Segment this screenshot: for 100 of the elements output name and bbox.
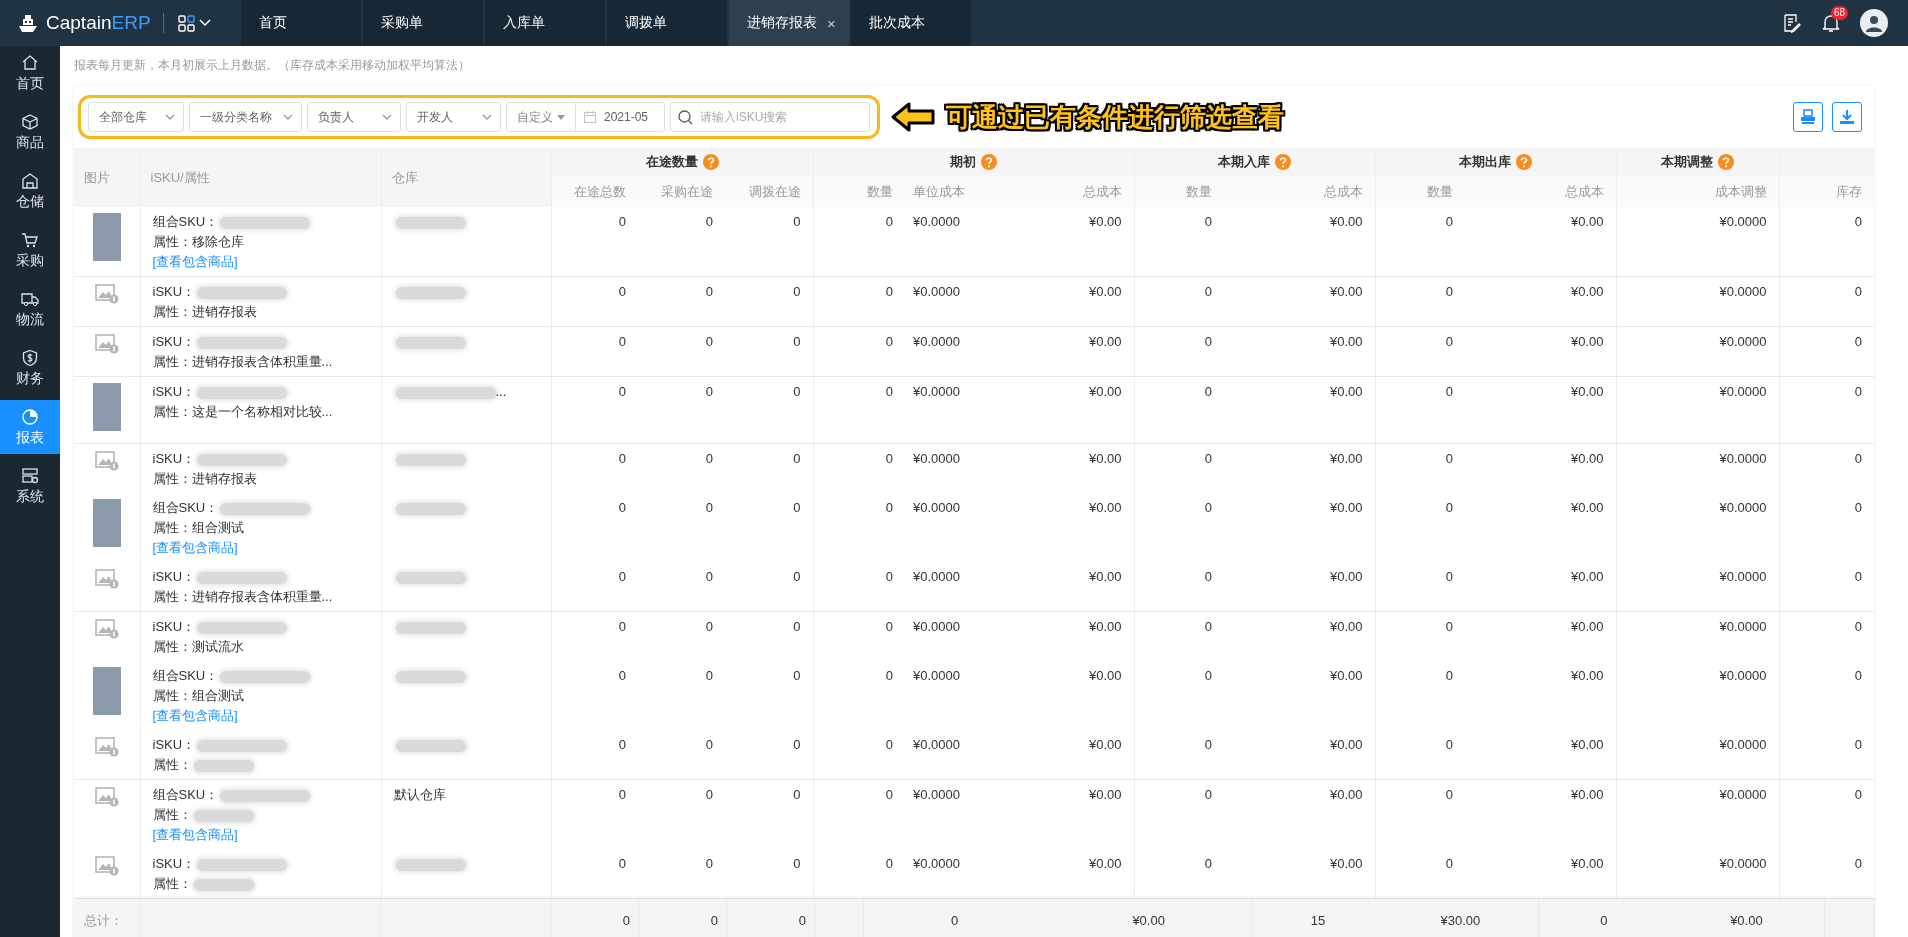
print-button[interactable] bbox=[1793, 102, 1823, 132]
table-cell: 0 bbox=[551, 779, 638, 849]
table-cell: 0 bbox=[638, 376, 725, 444]
attribute-label: 属性： bbox=[152, 807, 192, 822]
sku-label: 组合SKU： bbox=[152, 668, 219, 683]
attribute-label: 属性： bbox=[152, 757, 192, 772]
download-button[interactable] bbox=[1832, 102, 1862, 132]
table-cell: ¥0.00 bbox=[1224, 443, 1375, 493]
table-cell: 0 bbox=[551, 276, 638, 327]
table-cell: 0 bbox=[551, 730, 638, 780]
table-cell: ¥0.00 bbox=[1224, 849, 1375, 899]
tab[interactable]: 批次成本 bbox=[851, 0, 971, 46]
sidebar-item[interactable]: 系统 bbox=[0, 459, 60, 513]
table-cell: 0 bbox=[638, 562, 725, 612]
column-header: 单位成本 bbox=[913, 183, 965, 199]
table-cell: ¥0.00 bbox=[1224, 326, 1375, 377]
sidebar-item[interactable]: 财务 bbox=[0, 341, 60, 395]
table-cell: 0 bbox=[638, 326, 725, 377]
table-cell: ¥0.00 bbox=[1005, 611, 1134, 661]
sku-label: iSKU： bbox=[152, 737, 196, 752]
table-cell: 0 bbox=[638, 611, 725, 661]
tab[interactable]: 进销存报表 × bbox=[729, 0, 849, 46]
attribute-label: 属性： bbox=[152, 354, 192, 369]
table-cell: ¥0.0000 bbox=[1616, 730, 1779, 780]
table-cell: 0 bbox=[1375, 779, 1465, 849]
shield-dollar-icon bbox=[21, 348, 39, 367]
table-cell: 0 bbox=[1134, 562, 1224, 612]
app-switcher-button[interactable] bbox=[175, 12, 213, 34]
sku-label: iSKU： bbox=[152, 284, 196, 299]
table-cell: ¥0.00 bbox=[1005, 849, 1134, 899]
attribute-label: 属性： bbox=[152, 520, 192, 535]
table-cell: 0 bbox=[813, 661, 905, 730]
sidebar-item[interactable]: 首页 bbox=[0, 46, 60, 100]
table-cell: ¥0.00 bbox=[1465, 443, 1616, 493]
sidebar-item[interactable]: 商品 bbox=[0, 105, 60, 159]
column-group-header: 本期入库 bbox=[1218, 153, 1271, 171]
document-edit-icon[interactable] bbox=[1782, 13, 1802, 33]
select-field[interactable]: 开发人 bbox=[406, 102, 501, 132]
column-header: 在途总数 bbox=[574, 183, 626, 199]
table-cell: ¥0.0000 bbox=[1616, 493, 1779, 562]
table-cell: 0 bbox=[813, 376, 905, 444]
total-cell: 0 bbox=[727, 899, 815, 937]
table-cell: 0 bbox=[1134, 493, 1224, 562]
table-cell: 0 bbox=[551, 207, 638, 277]
column-group-header: 本期出库 bbox=[1459, 153, 1512, 171]
table-cell-text: ¥0.0000 bbox=[912, 667, 961, 685]
download-icon bbox=[1839, 109, 1855, 125]
table-cell: ¥0.00 bbox=[1224, 730, 1375, 780]
table-cell: ¥0.00 bbox=[1465, 849, 1616, 899]
image-placeholder-icon bbox=[94, 283, 119, 305]
sku-label: 组合SKU： bbox=[152, 787, 219, 802]
brand-name: CaptainERP bbox=[46, 12, 151, 34]
table-cell: ¥0.0000 bbox=[1616, 562, 1779, 612]
table-cell: ¥0.00 bbox=[1465, 376, 1616, 444]
table-cell: ¥0.0000 bbox=[905, 562, 1005, 612]
tab[interactable]: 调拨单 bbox=[607, 0, 727, 46]
close-icon[interactable]: × bbox=[827, 14, 836, 32]
table-cell: 0 bbox=[1779, 611, 1874, 661]
help-icon bbox=[702, 154, 719, 170]
tab[interactable]: 采购单 bbox=[363, 0, 483, 46]
select-field[interactable]: 负责人 bbox=[307, 102, 401, 132]
search-field[interactable]: 请输入iSKU搜索 bbox=[670, 102, 871, 132]
select-field[interactable]: 全部仓库 bbox=[88, 102, 184, 132]
table-cell: ¥0.00 bbox=[1465, 779, 1616, 849]
chevron-down-icon bbox=[165, 114, 175, 120]
table-cell: ¥0.0000 bbox=[1616, 276, 1779, 327]
column-header: 数量 bbox=[867, 183, 893, 199]
user-silhouette-icon bbox=[1865, 14, 1883, 32]
table-cell: 0 bbox=[813, 611, 905, 661]
sidebar-item[interactable]: 物流 bbox=[0, 282, 60, 336]
column-header: iSKU/属性 bbox=[150, 169, 210, 185]
tab[interactable]: 入库单 bbox=[485, 0, 605, 46]
table-cell: ¥0.0000 bbox=[905, 849, 1005, 899]
table-cell: ¥0.0000 bbox=[1616, 849, 1779, 899]
cube-icon bbox=[21, 112, 39, 131]
column-header: 图片 bbox=[84, 169, 110, 185]
sku-label: iSKU： bbox=[152, 569, 196, 584]
table-cell: 0 bbox=[813, 276, 905, 327]
table-cell: ¥0.0000 bbox=[905, 611, 1005, 661]
select-field[interactable]: 一级分类名称 bbox=[189, 102, 302, 132]
table-cell: ¥0.0000 bbox=[1616, 326, 1779, 377]
tab[interactable]: 首页 bbox=[241, 0, 361, 46]
table-cell: ¥0.00 bbox=[1005, 443, 1134, 493]
table-cell: 0 bbox=[551, 611, 638, 661]
table-cell: ¥0.00 bbox=[1005, 730, 1134, 780]
table-cell: ¥0.00 bbox=[1005, 326, 1134, 377]
table-cell: 0 bbox=[1375, 376, 1465, 444]
table-cell: 0 bbox=[725, 493, 813, 562]
chevron-down-icon bbox=[283, 114, 293, 120]
table-cell: ¥0.00 bbox=[1224, 779, 1375, 849]
sidebar-item[interactable]: 仓储 bbox=[0, 164, 60, 218]
table-cell: 0 bbox=[725, 376, 813, 444]
table-cell: 0 bbox=[1779, 326, 1874, 377]
photo-placeholder bbox=[92, 213, 121, 261]
sidebar-item[interactable]: 采购 bbox=[0, 223, 60, 277]
table-cell: 0 bbox=[1134, 730, 1224, 780]
avatar[interactable] bbox=[1860, 9, 1888, 37]
table-cell: 0 bbox=[551, 326, 638, 377]
table-cell: 0 bbox=[638, 443, 725, 493]
table-cell: ¥0.00 bbox=[1465, 493, 1616, 562]
